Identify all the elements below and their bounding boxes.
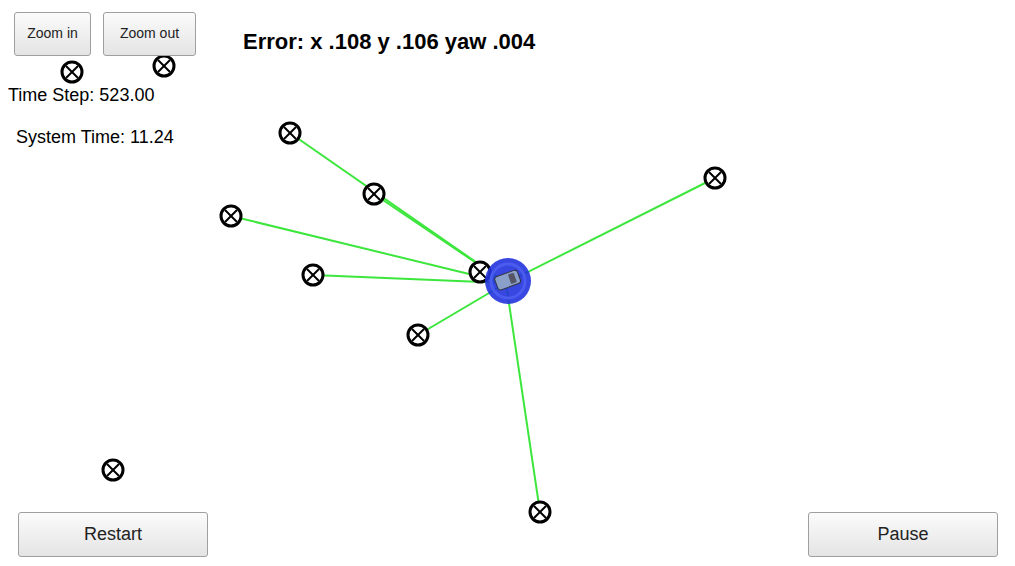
landmark-icon (62, 62, 82, 82)
landmark-icon (280, 123, 300, 143)
simulator: Zoom in Zoom out Error: x .108 y .106 yaw … (0, 0, 1015, 566)
vehicle-icon (485, 258, 531, 304)
landmarks (62, 56, 725, 522)
zoom-out-button[interactable]: Zoom out (103, 12, 196, 56)
system-time: System Time: 11.24 (16, 124, 1015, 151)
landmark-icon (408, 325, 428, 345)
landmark-icon (364, 184, 384, 204)
landmark-icon (154, 56, 174, 76)
landmark-icon (303, 265, 323, 285)
error-readout: Error: x .108 y .106 yaw .004 (243, 25, 535, 58)
observation-line (506, 178, 715, 283)
restart-button[interactable]: Restart (18, 512, 208, 557)
landmark-icon (221, 206, 241, 226)
landmark-icon (530, 502, 550, 522)
observation-line (374, 194, 506, 283)
zoom-in-button[interactable]: Zoom in (14, 12, 91, 56)
landmark-icon (103, 460, 123, 480)
pause-button[interactable]: Pause (808, 512, 998, 557)
landmark-icon (705, 168, 725, 188)
time-step: Time Step: 523.00 (8, 82, 1015, 109)
map-canvas (0, 0, 1015, 566)
observation-line (231, 216, 506, 283)
observation-line (290, 133, 506, 283)
observation-lines (231, 133, 715, 512)
observation-line (506, 283, 540, 512)
